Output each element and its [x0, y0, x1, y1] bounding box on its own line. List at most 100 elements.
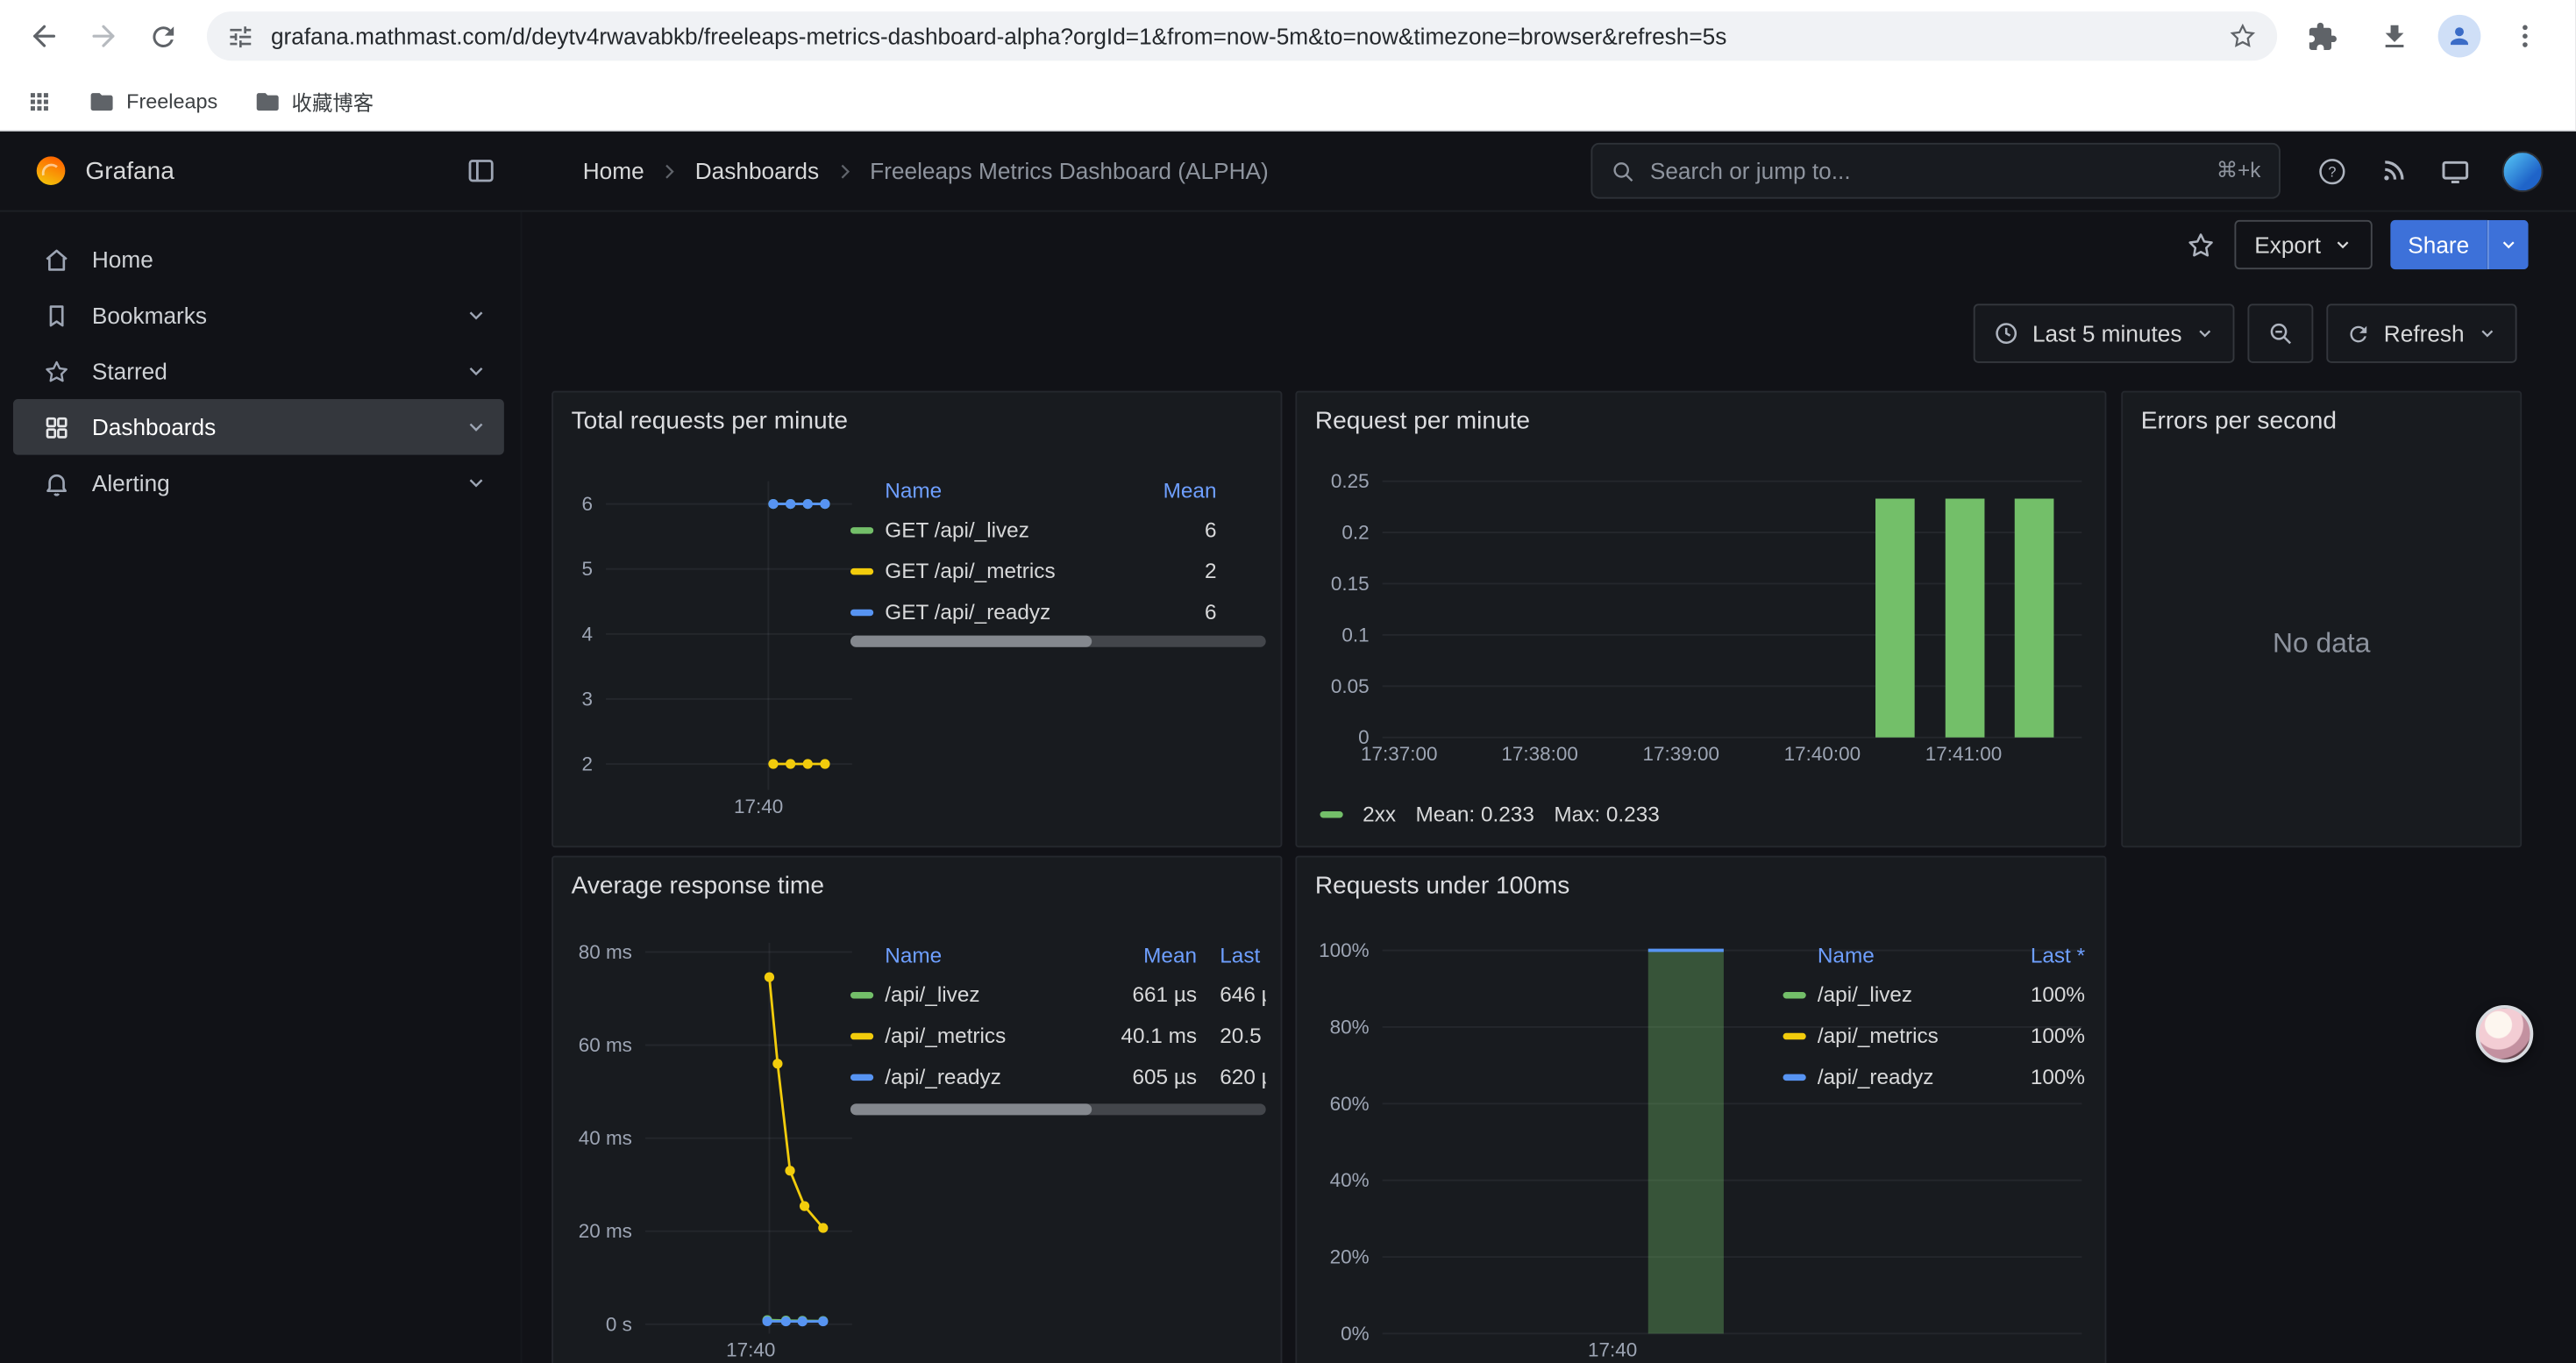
legend-series-name[interactable]: /api/_metrics — [1818, 1024, 2010, 1048]
reload-button[interactable] — [135, 8, 191, 64]
refresh-label: Refresh — [2384, 320, 2465, 346]
svg-text:17:40: 17:40 — [726, 1339, 775, 1361]
search-bar[interactable]: Search or jump to... ⌘+k — [1590, 143, 2280, 199]
legend-series-name[interactable]: GET /api/_livez — [885, 517, 1118, 542]
legend-series-name[interactable]: /api/_livez — [885, 982, 1098, 1007]
refresh-button[interactable]: Refresh — [2326, 303, 2516, 362]
url-text[interactable]: grafana.mathmast.com/d/deytv4rwavabkb/fr… — [271, 23, 2211, 49]
legend-mean-value: Mean: 0.233 — [1416, 802, 1534, 826]
site-settings-icon[interactable] — [226, 22, 254, 50]
help-button[interactable]: ? — [2316, 155, 2348, 187]
avg-response-chart[interactable]: 80 ms60 ms40 ms20 ms0 s17:40 — [563, 933, 865, 1363]
legend-series-name[interactable]: /api/_metrics — [885, 1024, 1098, 1048]
legend-row[interactable]: /api/_readyz 100% — [1783, 1056, 2086, 1097]
svg-text:0%: 0% — [1341, 1323, 1369, 1345]
panel-title[interactable]: Average response time — [553, 857, 1281, 915]
folder-icon — [253, 88, 280, 114]
panel-title[interactable]: Request per minute — [1297, 393, 2104, 451]
legend-row[interactable]: /api/_livez 661 µs 646 µs — [850, 974, 1266, 1015]
legend-table: Name Mean GET /api/_livez 6 GET /api/_me… — [850, 470, 1266, 632]
series-color-dash — [850, 1032, 873, 1038]
sidebar-item-label: Dashboards — [92, 414, 216, 440]
legend-row[interactable]: GET /api/_livez 6 — [850, 509, 1266, 550]
user-avatar[interactable] — [2502, 150, 2544, 191]
legend-header-name[interactable]: Name — [1783, 942, 2010, 967]
svg-text:?: ? — [2328, 164, 2336, 180]
bookmark-star-icon[interactable] — [2228, 21, 2258, 51]
sidebar-item-dashboards[interactable]: Dashboards — [13, 399, 504, 455]
sidebar-item-home[interactable]: Home — [13, 232, 504, 288]
total-requests-chart[interactable]: 6543217:40 — [563, 468, 865, 843]
legend-row[interactable]: GET /api/_metrics 2 — [850, 550, 1266, 591]
bookmark-label: Freeleaps — [126, 89, 217, 112]
brand-title: Grafana — [85, 157, 174, 185]
sidebar-item-alerting[interactable]: Alerting — [13, 455, 504, 511]
svg-text:100%: 100% — [1319, 939, 1369, 961]
sidebar-toggle-button[interactable] — [466, 156, 496, 186]
chevron-down-icon[interactable] — [465, 471, 487, 494]
breadcrumb-dashboards[interactable]: Dashboards — [695, 158, 819, 184]
share-menu-button[interactable] — [2487, 220, 2529, 269]
legend-row[interactable]: /api/_readyz 605 µs 620 µs — [850, 1056, 1266, 1097]
legend-row[interactable]: GET /api/_readyz 6 — [850, 591, 1266, 632]
browser-profile-button[interactable] — [2438, 15, 2481, 58]
svg-text:20%: 20% — [1330, 1246, 1370, 1268]
svg-text:6: 6 — [581, 493, 593, 515]
legend-scrollbar[interactable] — [850, 1103, 1266, 1115]
panel-requests-under-100ms: Requests under 100ms 100%80%60%40%20%0%1… — [1295, 856, 2106, 1363]
legend-series-name[interactable]: /api/_livez — [1818, 982, 2010, 1007]
bookmark-item-freeleaps[interactable]: Freeleaps — [89, 88, 217, 114]
clock-icon — [1993, 320, 2019, 346]
scrollbar-thumb[interactable] — [850, 636, 1092, 647]
rss-icon[interactable] — [2379, 156, 2409, 186]
legend-header-last[interactable]: Last * — [1220, 942, 1265, 967]
svg-text:0.05: 0.05 — [1331, 675, 1370, 697]
legend-series-name[interactable]: GET /api/_metrics — [885, 559, 1118, 583]
legend-header-last[interactable]: Last * — [2010, 942, 2085, 967]
legend-header-name[interactable]: Name — [850, 942, 1099, 967]
legend-header-mean[interactable]: Mean — [1099, 942, 1197, 967]
legend-series-name[interactable]: GET /api/_readyz — [885, 599, 1118, 624]
sidebar-item-starred[interactable]: Starred — [13, 343, 504, 399]
chevron-down-icon[interactable] — [465, 416, 487, 439]
browser-menu-button[interactable] — [2497, 8, 2553, 64]
legend-header-name[interactable]: Name — [850, 477, 1118, 502]
apps-grid-button[interactable] — [26, 88, 53, 114]
legend-series-name[interactable]: /api/_readyz — [885, 1064, 1098, 1088]
browser-chrome: grafana.mathmast.com/d/deytv4rwavabkb/fr… — [0, 0, 2576, 132]
legend-series-name[interactable]: 2xx — [1363, 802, 1396, 826]
scrollbar-thumb[interactable] — [850, 1103, 1092, 1115]
time-range-button[interactable]: Last 5 minutes — [1974, 303, 2235, 362]
extensions-button[interactable] — [2294, 8, 2350, 64]
legend-header-mean[interactable]: Mean — [1118, 477, 1216, 502]
dashboard-actions: Export Share — [522, 212, 2575, 278]
forward-button[interactable] — [75, 8, 132, 64]
downloads-button[interactable] — [2366, 8, 2422, 64]
back-button[interactable] — [17, 8, 73, 64]
breadcrumb-home[interactable]: Home — [583, 158, 644, 184]
screen: grafana.mathmast.com/d/deytv4rwavabkb/fr… — [0, 0, 2576, 1363]
bar-legend[interactable]: 2xx Mean: 0.233 Max: 0.233 — [1320, 802, 1659, 826]
legend-scrollbar[interactable] — [850, 636, 1266, 647]
legend-row[interactable]: /api/_metrics 100% — [1783, 1015, 2086, 1056]
legend-row[interactable]: /api/_metrics 40.1 ms 20.5 ms — [850, 1015, 1266, 1056]
request-per-minute-chart[interactable]: 0.250.20.150.10.05017:37:0017:38:0017:39… — [1307, 465, 2099, 794]
panel-title[interactable]: Total requests per minute — [553, 393, 1281, 451]
panel-title[interactable]: Requests under 100ms — [1297, 857, 2104, 915]
chevron-down-icon[interactable] — [465, 303, 487, 326]
legend-table: Name Mean Last * /api/_livez 661 µs 646 … — [850, 934, 1266, 1096]
bookmark-item-blog[interactable]: 收藏博客 — [253, 85, 374, 117]
url-bar[interactable]: grafana.mathmast.com/d/deytv4rwavabkb/fr… — [207, 11, 2277, 61]
share-button[interactable]: Share — [2390, 220, 2487, 269]
legend-row[interactable]: /api/_livez 100% — [1783, 974, 2086, 1015]
assistant-avatar-button[interactable] — [2476, 1005, 2534, 1063]
grafana-logo[interactable] — [32, 153, 68, 189]
zoom-out-button[interactable] — [2247, 303, 2313, 362]
kiosk-monitor-button[interactable] — [2440, 155, 2472, 187]
grafana-app: Grafana Home Dashboards Freeleaps Metric… — [0, 132, 2576, 1363]
favorite-star-button[interactable] — [2186, 229, 2217, 260]
legend-series-name[interactable]: /api/_readyz — [1818, 1064, 2010, 1088]
export-button[interactable]: Export — [2235, 220, 2372, 269]
chevron-down-icon[interactable] — [465, 360, 487, 382]
sidebar-item-bookmarks[interactable]: Bookmarks — [13, 288, 504, 344]
